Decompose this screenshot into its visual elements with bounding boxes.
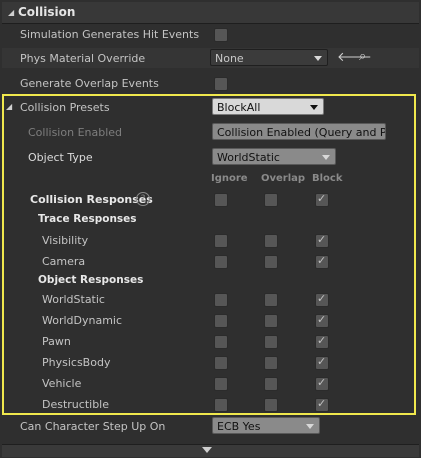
overlap-events-checkbox[interactable] bbox=[214, 77, 228, 91]
object-responses-label: Object Responses bbox=[38, 274, 144, 286]
row-object-worldstatic: WorldStatic bbox=[2, 289, 419, 309]
overlap-checkbox[interactable] bbox=[264, 314, 278, 328]
overlap-checkbox[interactable] bbox=[264, 377, 278, 391]
collision-section-header[interactable]: ◢ Collision bbox=[2, 2, 419, 24]
details-panel: ◢ Collision Simulation Generates Hit Eve… bbox=[0, 0, 421, 458]
block-checkbox[interactable] bbox=[315, 355, 329, 370]
object-type-label: Object Type bbox=[28, 151, 93, 164]
overlap-checkbox[interactable] bbox=[264, 293, 278, 307]
collapse-triangle-icon[interactable]: ◢ bbox=[8, 8, 14, 17]
row-sim-hit-events: Simulation Generates Hit Events bbox=[2, 24, 419, 44]
column-block: Block bbox=[312, 173, 343, 184]
help-icon[interactable]: ? bbox=[136, 192, 150, 206]
row-collision-enabled: Collision Enabled Collision Enabled (Que… bbox=[2, 122, 419, 142]
row-object-physicsbody: PhysicsBody bbox=[2, 352, 419, 372]
row-trace-visibility: Visibility bbox=[2, 230, 419, 250]
row-object-vehicle: Vehicle bbox=[2, 373, 419, 393]
ignore-checkbox[interactable] bbox=[214, 293, 228, 307]
block-checkbox[interactable] bbox=[315, 292, 329, 307]
section-title: Collision bbox=[18, 5, 76, 19]
column-overlap: Overlap bbox=[261, 173, 306, 184]
phys-material-value: None bbox=[215, 52, 244, 65]
expand-advanced-icon bbox=[202, 447, 212, 453]
object-type-dropdown[interactable]: WorldStatic bbox=[212, 148, 336, 165]
row-object-responses: Object Responses bbox=[2, 270, 419, 290]
overlap-checkbox[interactable] bbox=[264, 335, 278, 349]
overlap-checkbox[interactable] bbox=[264, 398, 278, 412]
row-trace-camera: Camera bbox=[2, 251, 419, 271]
step-up-label: Can Character Step Up On bbox=[20, 420, 166, 433]
block-checkbox[interactable] bbox=[315, 397, 329, 412]
sim-hit-events-label: Simulation Generates Hit Events bbox=[20, 28, 200, 41]
all-ignore-checkbox[interactable] bbox=[214, 193, 228, 207]
column-ignore: Ignore bbox=[211, 173, 248, 184]
overlap-checkbox[interactable] bbox=[264, 356, 278, 370]
use-selected-arrow-icon[interactable]: 🡐 bbox=[337, 49, 372, 65]
row-phys-material: Phys Material Override None 🡐 ⌕ bbox=[2, 48, 419, 68]
all-block-checkbox[interactable] bbox=[315, 192, 329, 207]
expand-triangle-icon[interactable]: ◢ bbox=[6, 102, 12, 111]
ignore-checkbox[interactable] bbox=[214, 314, 228, 328]
object-type-value: WorldStatic bbox=[217, 151, 280, 164]
ignore-checkbox[interactable] bbox=[214, 335, 228, 349]
overlap-checkbox[interactable] bbox=[264, 234, 278, 248]
advanced-expander[interactable] bbox=[2, 444, 419, 457]
row-object-destructible: Destructible bbox=[2, 394, 419, 414]
overlap-events-label: Generate Overlap Events bbox=[20, 77, 159, 90]
row-object-worlddynamic: WorldDynamic bbox=[2, 310, 419, 330]
step-up-value: ECB Yes bbox=[217, 420, 261, 433]
row-trace-responses: Trace Responses bbox=[2, 209, 419, 229]
chevron-down-icon bbox=[322, 155, 330, 160]
trace-label: Camera bbox=[42, 255, 86, 268]
row-collision-presets: ◢ Collision Presets BlockAll bbox=[2, 97, 419, 117]
trace-label: Visibility bbox=[42, 234, 89, 247]
phys-material-dropdown[interactable]: None bbox=[210, 49, 328, 66]
object-label: Vehicle bbox=[42, 377, 82, 390]
collision-responses-label: Collision Responses bbox=[30, 193, 153, 206]
phys-material-label: Phys Material Override bbox=[20, 52, 146, 65]
collision-presets-value: BlockAll bbox=[217, 101, 261, 114]
sim-hit-events-checkbox[interactable] bbox=[214, 28, 228, 42]
overlap-checkbox[interactable] bbox=[264, 255, 278, 269]
chevron-down-icon bbox=[310, 105, 318, 110]
block-checkbox[interactable] bbox=[315, 313, 329, 328]
row-step-up: Can Character Step Up On ECB Yes bbox=[2, 416, 419, 436]
row-overlap-events: Generate Overlap Events bbox=[2, 73, 419, 93]
step-up-dropdown[interactable]: ECB Yes bbox=[212, 417, 320, 434]
collision-enabled-dropdown[interactable]: Collision Enabled (Query and P bbox=[212, 123, 386, 140]
ignore-checkbox[interactable] bbox=[214, 398, 228, 412]
row-object-type: Object Type WorldStatic bbox=[2, 147, 419, 167]
object-label: PhysicsBody bbox=[42, 356, 111, 369]
ignore-checkbox[interactable] bbox=[214, 234, 228, 248]
block-checkbox[interactable] bbox=[315, 233, 329, 248]
all-overlap-checkbox[interactable] bbox=[264, 193, 278, 207]
block-checkbox[interactable] bbox=[315, 254, 329, 269]
chevron-down-icon bbox=[306, 424, 314, 429]
block-checkbox[interactable] bbox=[315, 376, 329, 391]
object-label: Destructible bbox=[42, 398, 109, 411]
object-label: WorldStatic bbox=[42, 293, 105, 306]
object-label: Pawn bbox=[42, 335, 71, 348]
collision-enabled-value: Collision Enabled (Query and P bbox=[217, 126, 386, 139]
collision-presets-dropdown[interactable]: BlockAll bbox=[212, 98, 324, 115]
ignore-checkbox[interactable] bbox=[214, 377, 228, 391]
row-collision-responses: Collision Responses bbox=[2, 189, 419, 209]
chevron-down-icon bbox=[314, 56, 322, 61]
object-label: WorldDynamic bbox=[42, 314, 123, 327]
block-checkbox[interactable] bbox=[315, 334, 329, 349]
row-object-pawn: Pawn bbox=[2, 331, 419, 351]
collision-presets-label: Collision Presets bbox=[20, 101, 110, 114]
collision-enabled-label: Collision Enabled bbox=[28, 126, 123, 139]
trace-responses-label: Trace Responses bbox=[38, 213, 137, 225]
ignore-checkbox[interactable] bbox=[214, 255, 228, 269]
ignore-checkbox[interactable] bbox=[214, 356, 228, 370]
browse-search-icon[interactable]: ⌕ bbox=[359, 49, 366, 64]
